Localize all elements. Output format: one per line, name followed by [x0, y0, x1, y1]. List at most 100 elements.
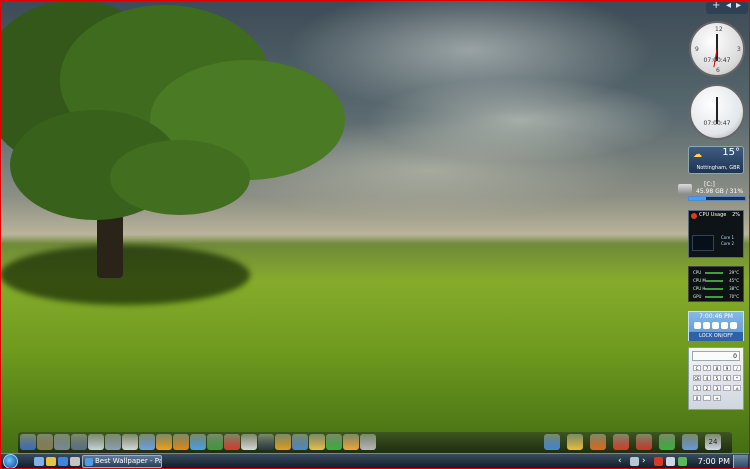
cpu-graph [692, 235, 714, 251]
calculator-key[interactable]: 0 [693, 395, 701, 401]
temp-value: 38°C [729, 286, 739, 291]
weather-location: Nottingham, GBR [696, 165, 740, 171]
network-tray-icon[interactable] [682, 434, 698, 450]
gear-icon[interactable] [173, 434, 189, 450]
calculator-widget[interactable]: 0 C 7 8 9/ CE 4 5 6 * 1 2 3- ±0. + [688, 347, 744, 410]
temp-row: CPU H 38°C [693, 286, 739, 291]
firefox-icon[interactable] [590, 434, 606, 450]
paper-icon[interactable] [88, 434, 104, 450]
calculator-key[interactable]: 3 [713, 385, 721, 391]
hard-drive-icon [678, 184, 692, 194]
next-icon[interactable]: ▸ [736, 0, 741, 11]
calculator-key[interactable]: 7 [703, 365, 711, 371]
media-icon[interactable] [224, 434, 240, 450]
calculator-key[interactable]: / [733, 365, 741, 371]
browser-ql-icon[interactable] [58, 457, 68, 466]
calculator-key[interactable]: 2 [703, 385, 711, 391]
power-icon[interactable] [678, 457, 687, 466]
calculator-key[interactable]: 9 [723, 365, 731, 371]
window-icon[interactable] [292, 434, 308, 450]
calculator-key[interactable]: . [703, 395, 711, 401]
calculator-key[interactable]: 5 [713, 375, 721, 381]
media-ql-icon[interactable] [70, 457, 80, 466]
antivirus-icon[interactable] [654, 457, 663, 466]
wrench-icon[interactable] [636, 434, 652, 450]
add-gadget-button[interactable]: + [712, 0, 720, 11]
temp-label: CPU [693, 270, 702, 275]
drive-icon[interactable] [122, 434, 138, 450]
calculator-key[interactable]: 8 [713, 365, 721, 371]
start-button[interactable] [3, 454, 18, 469]
calculator-key[interactable]: 1 [693, 385, 701, 391]
ie-icon[interactable] [544, 434, 560, 450]
network-icon[interactable] [71, 434, 87, 450]
calculator-key[interactable]: 4 [703, 375, 711, 381]
browser-window-icon [85, 458, 93, 466]
calculator-key[interactable]: 6 [723, 375, 731, 381]
play-icon[interactable] [275, 434, 291, 450]
folder-ql-icon[interactable] [46, 457, 56, 466]
tree-shadow [0, 245, 250, 305]
shield-icon[interactable] [105, 434, 121, 450]
clock-numeral: 9 [695, 46, 699, 53]
chrome-icon[interactable] [567, 434, 583, 450]
recycle-bin-icon[interactable] [139, 434, 155, 450]
calculator-key[interactable]: - [723, 385, 731, 391]
analog-clock-widget[interactable]: 12 3 6 9 07:00:47 [689, 21, 745, 77]
network-status-icon[interactable] [630, 457, 639, 466]
tray-clock[interactable]: 7:00 PM [698, 455, 730, 468]
timer-option-button[interactable] [703, 322, 710, 329]
chevron-left-icon[interactable]: ‹ [618, 454, 622, 469]
desktop-wallpaper: + ◂ ▸ 12 3 6 9 07:00:47 07:00:47 ☁ 15° N… [0, 0, 750, 469]
timer-option-button[interactable] [694, 322, 701, 329]
taskbar: Best Wallpaper - Pag... 7:00 PM ‹ › [0, 453, 750, 469]
calendar-icon[interactable]: 24 [705, 434, 721, 450]
timer-option-button[interactable] [721, 322, 728, 329]
lock-timer-widget[interactable]: 7:00:46 PM LOCK ON/OFF [688, 311, 744, 341]
taskbar-window-button[interactable]: Best Wallpaper - Pag... [82, 455, 162, 468]
temp-row: CPU 29°C [693, 270, 739, 275]
calculator-key[interactable]: * [733, 375, 741, 381]
calculator-key[interactable]: ± [733, 385, 741, 391]
show-desktop-ql-icon[interactable] [34, 457, 44, 466]
show-desktop-button[interactable] [733, 455, 748, 468]
temperature-monitor-widget[interactable]: CPU 29°C CPU M 45°C CPU H 38°C GPU 70°C [688, 266, 744, 302]
calculator-key[interactable]: CE [693, 375, 701, 381]
gadget-toolbar[interactable]: + ◂ ▸ [706, 0, 748, 14]
lock-toggle-button[interactable]: LOCK ON/OFF [689, 332, 743, 341]
calculator-key[interactable]: + [713, 395, 721, 401]
info-icon[interactable] [156, 434, 172, 450]
books-icon[interactable] [37, 434, 53, 450]
volume-icon[interactable] [666, 457, 675, 466]
computer-icon[interactable] [20, 434, 36, 450]
chart-icon[interactable] [326, 434, 342, 450]
drive-usage-fill [689, 197, 707, 200]
scissors-icon[interactable] [360, 434, 376, 450]
tools-icon[interactable] [54, 434, 70, 450]
cpu-usage-widget[interactable]: CPU Usage 2% Core 1 Core 2 [688, 210, 744, 258]
terminal-icon[interactable] [258, 434, 274, 450]
cpu-core-label: Core 2 [721, 241, 735, 246]
drive-meter-widget[interactable]: [C:] 45.98 GB / 31% [676, 181, 748, 203]
clapper-icon[interactable] [241, 434, 257, 450]
analog-clock-widget-2[interactable]: 07:00:47 [689, 84, 745, 140]
phone-icon[interactable] [659, 434, 675, 450]
drive-usage-bar [688, 196, 746, 201]
previous-icon[interactable]: ◂ [726, 0, 731, 11]
box-icon[interactable] [613, 434, 629, 450]
clock-digital-readout: 07:00:47 [703, 120, 731, 127]
calculator-key[interactable]: C [693, 365, 701, 371]
system-tray: 7:00 PM ‹ › [610, 454, 750, 469]
pinwheel-icon[interactable] [190, 434, 206, 450]
weather-widget[interactable]: ☁ 15° Nottingham, GBR [688, 146, 744, 174]
cpu-core-label: Core 1 [721, 235, 735, 240]
timer-option-button[interactable] [712, 322, 719, 329]
folder-icon[interactable] [309, 434, 325, 450]
drive-label: [C:] [704, 181, 715, 188]
temp-label: CPU M [693, 278, 706, 283]
notes-icon[interactable] [343, 434, 359, 450]
timer-option-button[interactable] [730, 322, 737, 329]
chevron-right-icon[interactable]: › [642, 454, 646, 469]
map-icon[interactable] [207, 434, 223, 450]
temp-label: GPU [693, 294, 702, 299]
